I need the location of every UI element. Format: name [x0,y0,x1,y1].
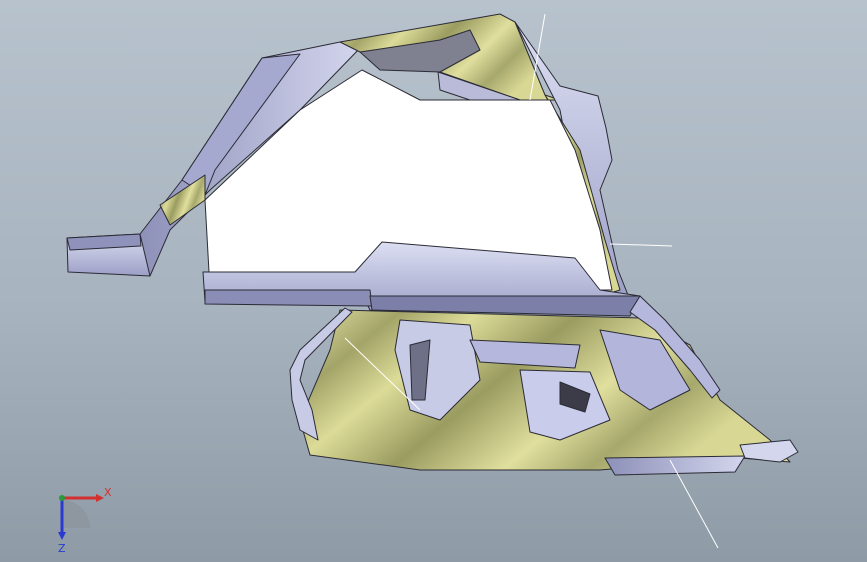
cad-viewport[interactable]: X Z [0,0,867,562]
coordinate-triad: X Z [58,486,112,555]
triad-x-label: X [104,486,112,499]
model-bracket[interactable] [66,13,799,476]
triad-shadow [62,500,90,528]
triad-z-label: Z [58,542,66,555]
